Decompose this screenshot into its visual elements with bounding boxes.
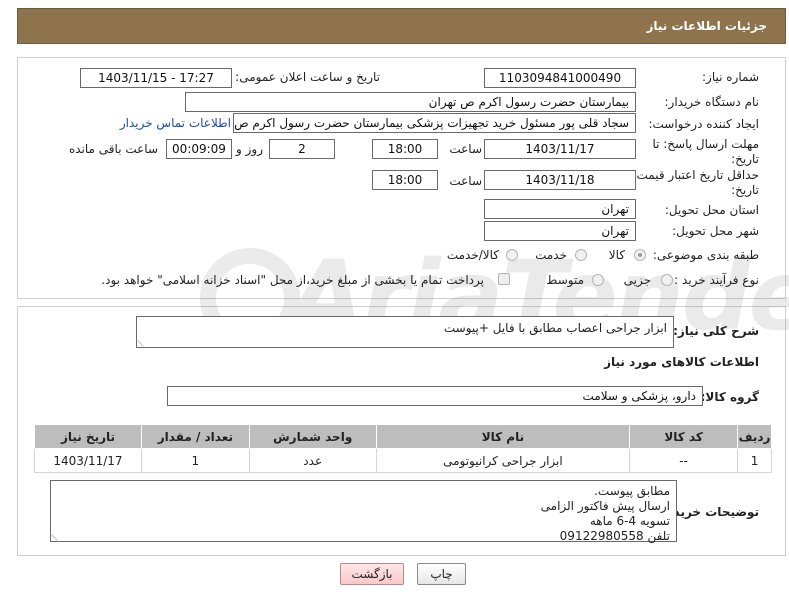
price-time-field[interactable]: 18:00: [372, 170, 438, 190]
province-field[interactable]: تهران: [484, 199, 636, 219]
cell-name: ابزار جراحی کرانیوتومی: [375, 448, 631, 473]
creator-label: ایجاد کننده درخواست:: [648, 117, 759, 131]
days-field[interactable]: 2: [269, 139, 335, 159]
goods-info-title: اطلاعات کالاهای مورد نیاز: [604, 355, 759, 369]
price-date-field[interactable]: 1403/11/18: [484, 170, 636, 190]
announce-label: تاریخ و ساعت اعلان عمومی:: [235, 70, 380, 84]
category-radio-both[interactable]: [506, 249, 518, 261]
col-header-qty: تعداد / مقدار: [140, 424, 250, 449]
col-header-unit: واحد شمارش: [248, 424, 377, 449]
cell-unit: عدد: [248, 448, 377, 473]
treasury-payment-note: پرداخت تمام یا بخشی از مبلغ خرید،از محل …: [101, 273, 484, 287]
price-validity-label-date: تاریخ:: [731, 183, 759, 197]
page-title: جزئیات اطلاعات نیاز: [646, 19, 767, 33]
buyer-notes-line: تلفن 09122980558: [559, 529, 670, 543]
buyer-name-field[interactable]: بیمارستان حضرت رسول اکرم ص تهران: [185, 92, 636, 112]
col-header-name: نام کالا: [375, 424, 631, 449]
remaining-time-field[interactable]: 00:09:09: [166, 139, 232, 159]
province-label: استان محل تحویل:: [664, 203, 759, 217]
process-option-medium: متوسط: [546, 273, 584, 287]
cell-qty: 1: [140, 448, 250, 473]
reply-deadline-label-date: تاریخ:: [731, 152, 759, 166]
back-button[interactable]: بازگشت: [340, 563, 404, 585]
price-time-label: ساعت: [449, 174, 482, 188]
cell-row-no: 1: [737, 448, 772, 473]
process-label: نوع فرآیند خرید :: [674, 273, 759, 287]
col-header-date: تاریخ نیاز: [34, 424, 142, 449]
need-number-label: شماره نیاز:: [702, 70, 759, 84]
category-option-both: کالا/خدمت: [446, 248, 499, 262]
table-row[interactable]: 1 -- ابزار جراحی کرانیوتومی عدد 1 1403/1…: [34, 448, 772, 473]
reply-time-field[interactable]: 18:00: [372, 139, 438, 159]
creator-field[interactable]: سجاد قلی پور مسئول خرید تجهیزات پزشکی بی…: [233, 113, 636, 133]
goods-table: ردیف کد کالا نام کالا واحد شمارش تعداد /…: [34, 424, 772, 473]
resize-grip-icon: [137, 335, 149, 347]
category-option-service: خدمت: [535, 248, 567, 262]
city-field[interactable]: تهران: [484, 221, 636, 241]
process-radio-medium[interactable]: [592, 274, 604, 286]
category-label: طبقه بندی موضوعی:: [652, 248, 759, 262]
general-desc-textarea[interactable]: ابزار جراحی اعصاب مطابق با فایل +پیوست: [136, 316, 674, 348]
buyer-label: نام دستگاه خریدار:: [664, 95, 760, 109]
reply-time-label: ساعت: [449, 142, 482, 156]
buyer-notes-line: تسویه 4-6 ماهه: [589, 514, 670, 528]
category-radio-service[interactable]: [575, 249, 587, 261]
buyer-notes-line: ارسال پیش فاکتور الزامی: [540, 499, 670, 513]
buyer-notes-line: مطابق پیوست.: [594, 484, 670, 498]
reply-deadline-label: مهلت ارسال پاسخ: تا: [652, 137, 759, 151]
reply-date-field[interactable]: 1403/11/17: [484, 139, 636, 159]
goods-group-label: گروه کالا:: [700, 390, 759, 404]
process-radio-minor[interactable]: [661, 274, 673, 286]
buyer-contact-link[interactable]: اطلاعات تماس خریدار: [120, 116, 231, 130]
table-header-row: ردیف کد کالا نام کالا واحد شمارش تعداد /…: [34, 424, 772, 449]
col-header-row-no: ردیف: [737, 424, 772, 449]
col-header-code: کد کالا: [629, 424, 739, 449]
general-desc-text: ابزار جراحی اعصاب مطابق با فایل +پیوست: [443, 321, 667, 335]
page-header: جزئیات اطلاعات نیاز: [17, 8, 786, 44]
treasury-payment-checkbox[interactable]: [498, 273, 510, 285]
days-label: روز و: [236, 142, 263, 156]
city-label: شهر محل تحویل:: [672, 224, 759, 238]
price-validity-label: حداقل تاریخ اعتبار قیمت: تا: [621, 168, 759, 182]
buyer-notes-textarea[interactable]: مطابق پیوست. ارسال پیش فاکتور الزامی تسو…: [50, 480, 677, 543]
process-option-minor: جزیی: [623, 273, 651, 287]
remaining-time-label: ساعت باقی مانده: [68, 142, 158, 156]
announce-datetime-field[interactable]: 1403/11/15 - 17:27: [80, 68, 232, 88]
goods-group-field[interactable]: دارو، پزشکی و سلامت: [167, 386, 703, 406]
print-button[interactable]: چاپ: [417, 563, 466, 585]
category-option-goods: کالا: [608, 248, 625, 262]
cell-code: --: [629, 448, 739, 473]
general-desc-label: شرح کلی نیاز:: [673, 324, 759, 338]
cell-date: 1403/11/17: [34, 448, 142, 473]
category-radio-goods[interactable]: [634, 249, 646, 261]
need-number-field[interactable]: 1103094841000490: [484, 68, 636, 88]
